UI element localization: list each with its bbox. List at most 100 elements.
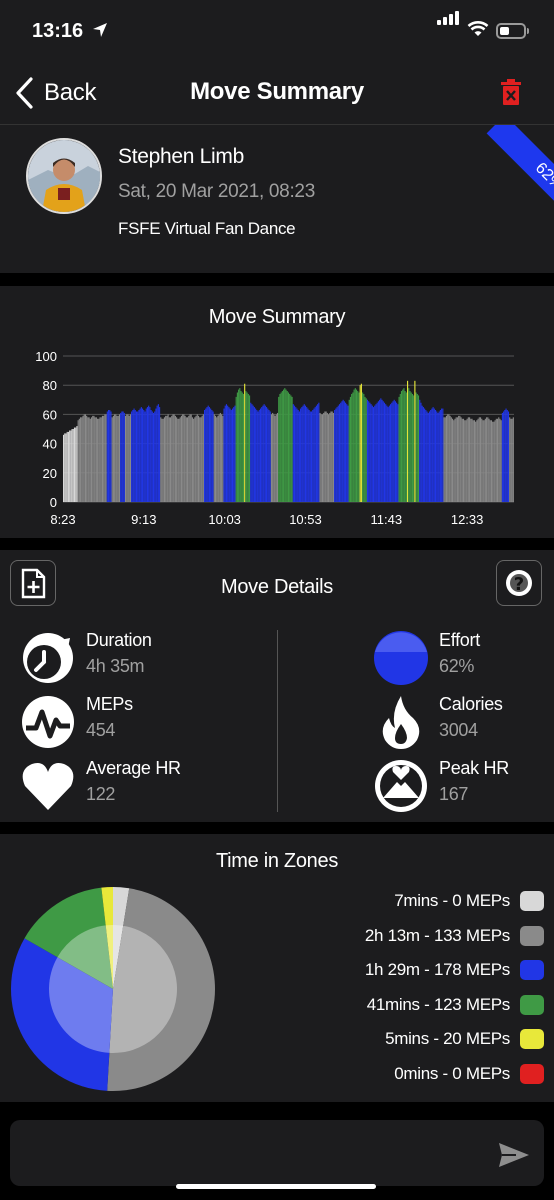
chart-bar — [332, 412, 334, 502]
chart-bar — [325, 411, 327, 502]
chart-bar — [100, 417, 102, 502]
chart-bar — [341, 401, 343, 502]
chart-bar — [106, 411, 108, 502]
chart-bar — [255, 408, 257, 502]
chart-bar — [107, 410, 110, 502]
help-button[interactable]: ? — [496, 560, 542, 606]
chart-bar — [73, 427, 76, 502]
chart-bar — [419, 399, 421, 502]
chart-bar — [450, 417, 452, 502]
metric-value: 122 — [86, 784, 116, 804]
chart-bar — [281, 391, 283, 502]
chart-bar — [229, 408, 231, 502]
chart-bar — [174, 415, 176, 502]
avatar — [26, 138, 102, 214]
metric-label: Calories — [439, 694, 503, 714]
chart-bar — [471, 418, 473, 502]
chart-bar — [98, 418, 100, 502]
chart-bar — [157, 404, 159, 502]
chart-bar — [69, 430, 71, 502]
y-tick-label: 20 — [43, 466, 57, 481]
y-tick-label: 60 — [43, 407, 57, 422]
chart-bar — [145, 408, 147, 502]
chart-bar — [266, 407, 268, 502]
chart-bar — [462, 418, 465, 502]
chart-bar — [421, 405, 423, 502]
chart-bar — [178, 418, 180, 502]
legend-label: 7mins - 0 MEPs — [394, 891, 510, 910]
chart-bar — [407, 380, 409, 502]
chart-bar — [475, 421, 477, 502]
chart-bar — [167, 414, 169, 502]
chart-bar — [492, 421, 494, 502]
chart-bar — [191, 417, 193, 502]
chart-bar — [298, 411, 300, 502]
chart-bar — [284, 388, 286, 502]
chart-bar — [230, 410, 232, 502]
chart-bar — [143, 410, 145, 502]
chart-bar — [438, 411, 440, 502]
chart-bar — [315, 405, 317, 502]
chart-bar — [204, 410, 206, 502]
chart-bar — [381, 399, 383, 502]
comment-input[interactable] — [10, 1120, 544, 1186]
chart-bar — [139, 408, 141, 502]
chart-bar — [80, 417, 82, 502]
chart-bar — [252, 405, 254, 502]
chart-bar — [171, 415, 173, 502]
chart-bar — [90, 417, 93, 502]
chart-bar — [196, 414, 198, 502]
chart-bar — [97, 418, 99, 502]
chart-bar — [477, 418, 479, 502]
chart-bar — [190, 414, 192, 502]
chart-bar — [346, 404, 348, 502]
chart-bar — [483, 420, 485, 502]
chart-bar — [509, 417, 511, 502]
chart-bar — [347, 405, 349, 502]
chart-bar — [286, 391, 288, 502]
chart-bar — [231, 408, 234, 502]
chart-bar — [398, 396, 400, 502]
chart-bar — [66, 431, 68, 502]
metric-label: Effort — [439, 630, 480, 650]
chart-bar — [306, 407, 308, 502]
chart-bar — [360, 383, 362, 502]
chart-bar — [487, 417, 489, 502]
legend-item: 2h 13m - 133 MEPs — [365, 923, 544, 949]
chart-bar — [269, 411, 271, 502]
chart-bar — [448, 414, 450, 502]
stopwatch-icon — [23, 633, 73, 683]
legend-swatch — [520, 1064, 544, 1084]
chart-bar — [488, 418, 490, 502]
chart-bar — [239, 388, 241, 502]
chart-bar — [436, 411, 438, 502]
chart-bar — [402, 389, 404, 502]
chart-bar — [447, 414, 449, 502]
chart-bar — [386, 405, 388, 502]
chart-bar — [70, 430, 72, 502]
trash-icon[interactable] — [500, 78, 522, 106]
chart-bar — [180, 415, 183, 502]
chart-bar — [465, 420, 467, 502]
chart-bar — [397, 404, 399, 502]
send-icon[interactable] — [498, 1142, 530, 1168]
chart-bar — [351, 393, 353, 502]
chart-bar — [216, 417, 218, 502]
chart-bar — [104, 414, 106, 502]
chart-bar — [154, 411, 156, 502]
chart-bar — [479, 417, 482, 502]
chart-bar — [481, 418, 483, 502]
chart-bar — [512, 417, 514, 502]
heart-icon — [22, 763, 74, 810]
chart-bar — [127, 414, 129, 502]
chart-bar — [320, 414, 322, 502]
chart-bar — [490, 420, 493, 502]
chart-bar — [404, 391, 406, 502]
chart-bar — [420, 402, 422, 502]
chart-bar — [352, 392, 354, 502]
chart-bar — [496, 418, 499, 502]
chart-bar — [307, 408, 309, 502]
chart-bar — [221, 414, 223, 502]
chart-bar — [235, 396, 237, 502]
chart-bar — [224, 405, 226, 502]
